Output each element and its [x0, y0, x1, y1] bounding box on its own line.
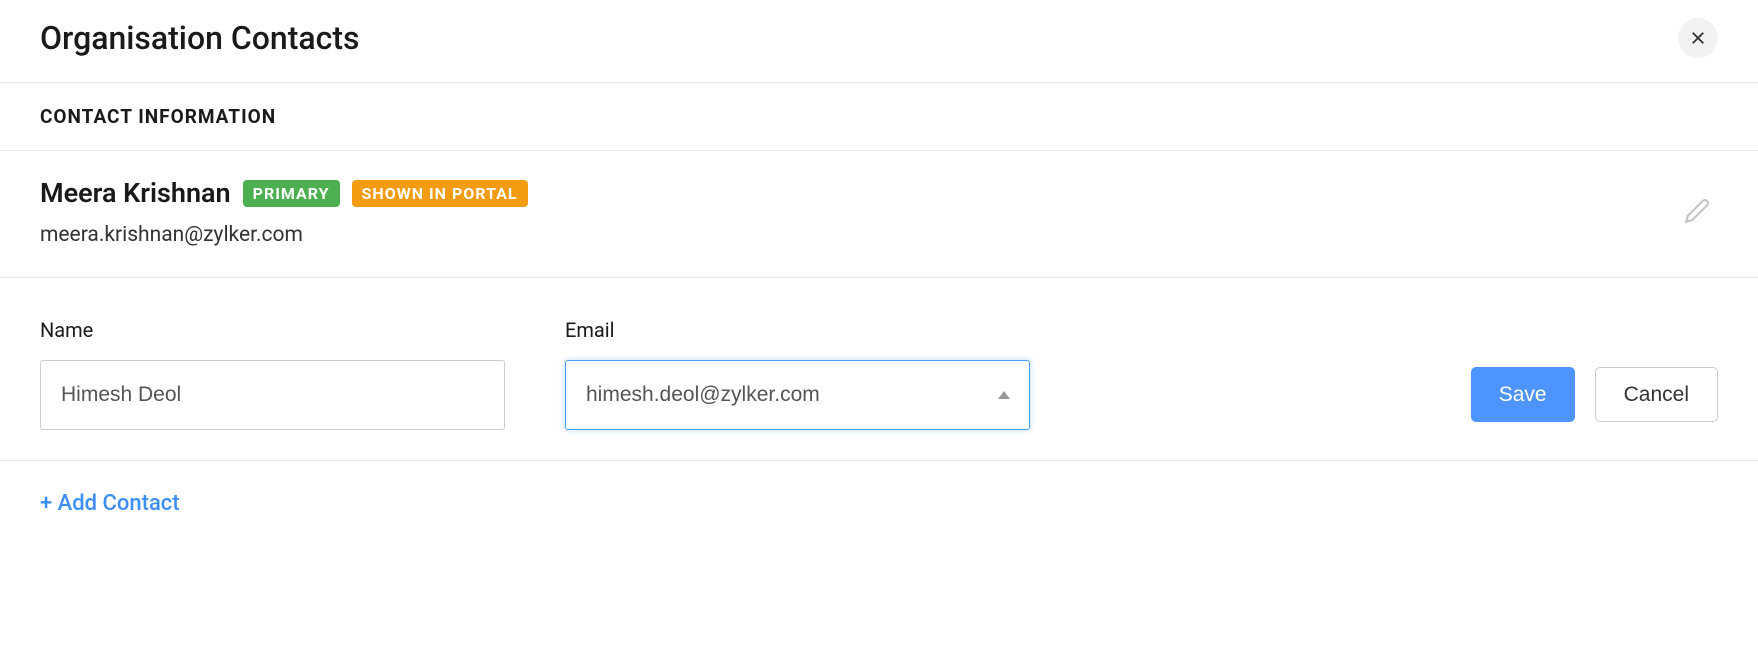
email-input[interactable]	[565, 360, 1030, 430]
name-field-group: Name	[40, 318, 505, 430]
name-input[interactable]	[40, 360, 505, 430]
modal-header: Organisation Contacts	[0, 0, 1758, 83]
portal-badge: SHOWN IN PORTAL	[352, 180, 528, 207]
contact-row: Meera Krishnan PRIMARY SHOWN IN PORTAL m…	[0, 151, 1758, 278]
add-contact-row: + Add Contact	[0, 461, 1758, 546]
close-button[interactable]	[1678, 18, 1718, 58]
section-title: CONTACT INFORMATION	[40, 105, 1718, 128]
contact-email: meera.krishnan@zylker.com	[40, 223, 528, 247]
email-label: Email	[565, 318, 1030, 342]
caret-up-icon[interactable]	[998, 391, 1010, 399]
page-title: Organisation Contacts	[40, 19, 359, 57]
add-contact-link[interactable]: + Add Contact	[40, 491, 180, 516]
contact-name: Meera Krishnan	[40, 177, 231, 209]
close-icon	[1689, 29, 1707, 47]
email-combobox[interactable]	[565, 360, 1030, 430]
primary-badge: PRIMARY	[243, 180, 340, 207]
contact-form-row: Name Email Save Cancel	[0, 278, 1758, 461]
cancel-button[interactable]: Cancel	[1595, 367, 1718, 422]
form-actions: Save Cancel	[1471, 367, 1718, 430]
save-button[interactable]: Save	[1471, 367, 1575, 422]
contact-info: Meera Krishnan PRIMARY SHOWN IN PORTAL m…	[40, 177, 528, 247]
contact-name-line: Meera Krishnan PRIMARY SHOWN IN PORTAL	[40, 177, 528, 209]
name-label: Name	[40, 318, 505, 342]
edit-contact-button[interactable]	[1676, 190, 1718, 235]
section-header: CONTACT INFORMATION	[0, 83, 1758, 151]
pencil-icon	[1684, 198, 1710, 224]
email-field-group: Email	[565, 318, 1030, 430]
